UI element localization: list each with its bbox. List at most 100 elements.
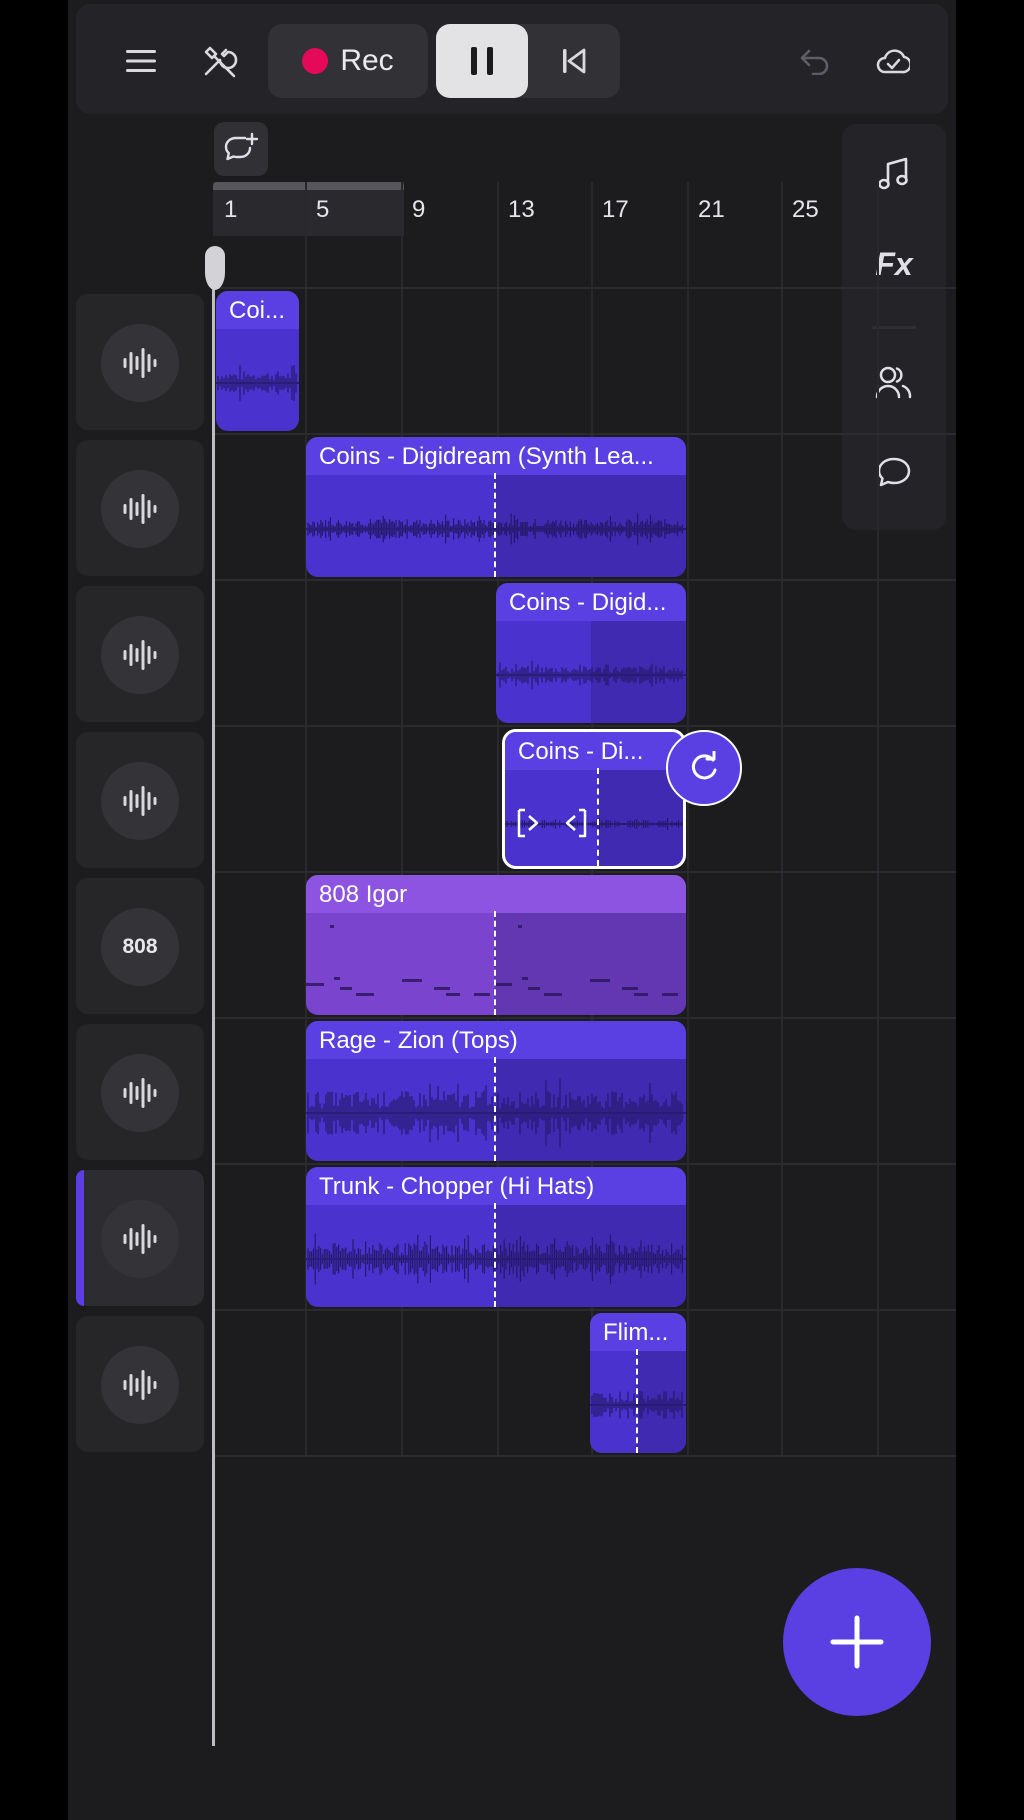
grid-line	[877, 182, 879, 1457]
loop-clip-button[interactable]	[666, 730, 742, 806]
top-toolbar: Rec	[76, 4, 948, 114]
clip-title: Coins - Di...	[518, 738, 644, 765]
track-header[interactable]	[76, 1170, 204, 1306]
playhead-handle[interactable]	[205, 246, 225, 290]
track-icon-button[interactable]	[101, 1346, 179, 1424]
loop-boundary-marker	[636, 1349, 638, 1453]
audio-clip[interactable]: Coins - Digid...	[496, 583, 686, 723]
audio-clip[interactable]: Coins - Digidream (Synth Lea...	[306, 437, 686, 577]
menu-button[interactable]	[104, 26, 178, 96]
cloud-check-icon	[876, 49, 910, 74]
ruler-tick: 5	[316, 196, 330, 223]
add-comment-button[interactable]	[214, 122, 268, 176]
grid-line	[781, 182, 783, 1457]
record-label: Rec	[340, 44, 394, 77]
record-dot-icon	[302, 48, 329, 74]
loop-bar[interactable]	[213, 182, 404, 190]
waveform-icon	[123, 1370, 157, 1400]
track-header[interactable]	[76, 586, 204, 722]
audio-clip[interactable]: Rage - Zion (Tops)	[306, 1021, 686, 1161]
track-header[interactable]	[76, 294, 204, 430]
wrench-screwdriver-icon	[204, 46, 238, 78]
loop-boundary-marker	[597, 768, 599, 866]
add-comment-icon	[224, 132, 259, 161]
track-icon-button[interactable]	[101, 762, 179, 840]
midi-clip[interactable]: 808 Igor	[306, 875, 686, 1015]
clip-loop-shade	[494, 1059, 686, 1161]
fx-label: Fx	[875, 245, 913, 282]
clip-loop-shade	[591, 621, 686, 723]
track-header[interactable]: 808	[76, 878, 204, 1014]
hamburger-icon	[126, 50, 156, 72]
track-row-divider	[213, 725, 956, 727]
audio-clip[interactable]: Coins - Di...	[502, 729, 686, 869]
loop-arrow-icon	[691, 751, 717, 780]
waveform-icon	[123, 1224, 157, 1254]
loop-boundary-marker	[494, 1057, 496, 1161]
clip-title: Coins - Digid...	[509, 589, 667, 616]
skip-to-start-button[interactable]	[528, 24, 620, 98]
clip-title: Flim...	[603, 1319, 669, 1346]
track-row-divider	[213, 871, 956, 873]
audio-clip[interactable]: Flim...	[590, 1313, 686, 1453]
undo-button[interactable]	[778, 26, 852, 96]
audio-clip[interactable]: Trunk - Chopper (Hi Hats)	[306, 1167, 686, 1307]
track-header[interactable]	[76, 440, 204, 576]
track-row-divider	[213, 433, 956, 435]
track-row-divider	[213, 1455, 956, 1457]
track-selected-indicator	[76, 1170, 84, 1306]
loop-boundary-marker	[494, 1203, 496, 1307]
collaborators-button[interactable]	[856, 350, 932, 414]
ruler-tick: 21	[698, 196, 725, 223]
audio-waveform	[216, 364, 299, 402]
track-row-divider	[213, 579, 956, 581]
track-icon-button[interactable]	[101, 470, 179, 548]
chat-button[interactable]	[856, 440, 932, 504]
playhead-line	[212, 250, 215, 1746]
record-button[interactable]: Rec	[268, 24, 428, 98]
add-track-button[interactable]	[783, 1568, 931, 1716]
track-header[interactable]	[76, 1024, 204, 1160]
tools-button[interactable]	[182, 26, 256, 96]
trim-start-handle-icon[interactable]	[515, 808, 541, 838]
chat-bubble-icon	[877, 457, 911, 487]
track-header[interactable]	[76, 1316, 204, 1452]
track-icon-button[interactable]	[101, 616, 179, 694]
track-icon-button[interactable]	[101, 324, 179, 402]
track-instrument-label: 808	[122, 935, 158, 958]
transport-controls	[436, 24, 620, 98]
clip-title: Coins - Digidream (Synth Lea...	[319, 443, 654, 470]
clip-title: Coi...	[229, 297, 286, 324]
clip-loop-shade	[494, 1205, 686, 1307]
track-icon-button[interactable]: 808	[101, 908, 179, 986]
clip-loop-shade	[636, 1351, 686, 1453]
pause-button[interactable]	[436, 24, 528, 98]
music-note-icon	[878, 157, 908, 190]
collaborators-icon	[875, 366, 912, 399]
loop-region[interactable]	[213, 182, 404, 236]
plus-icon	[830, 1615, 884, 1669]
track-header[interactable]	[76, 732, 204, 868]
track-row-divider	[213, 1163, 956, 1165]
clip-title: Rage - Zion (Tops)	[319, 1027, 518, 1054]
track-icon-button[interactable]	[101, 1200, 179, 1278]
skip-to-start-icon	[563, 48, 586, 74]
loop-boundary-marker	[494, 911, 496, 1015]
waveform-icon	[123, 494, 157, 524]
undo-icon	[800, 49, 829, 75]
loop-boundary-marker	[494, 473, 496, 577]
trim-end-handle-icon[interactable]	[563, 808, 589, 838]
track-row-divider	[213, 1017, 956, 1019]
instrument-button[interactable]	[856, 142, 932, 206]
track-row-divider	[213, 1309, 956, 1311]
audio-clip[interactable]: Coi...	[216, 291, 299, 431]
ruler-tick: 13	[508, 196, 535, 223]
clip-loop-shade	[494, 475, 686, 577]
track-icon-button[interactable]	[101, 1054, 179, 1132]
waveform-icon	[123, 640, 157, 670]
ruler-tick: 25	[792, 196, 819, 223]
side-panel: Fx	[842, 124, 946, 530]
ruler-tick: 17	[602, 196, 629, 223]
track-row-divider	[213, 287, 956, 289]
save-cloud-button[interactable]	[856, 26, 930, 96]
